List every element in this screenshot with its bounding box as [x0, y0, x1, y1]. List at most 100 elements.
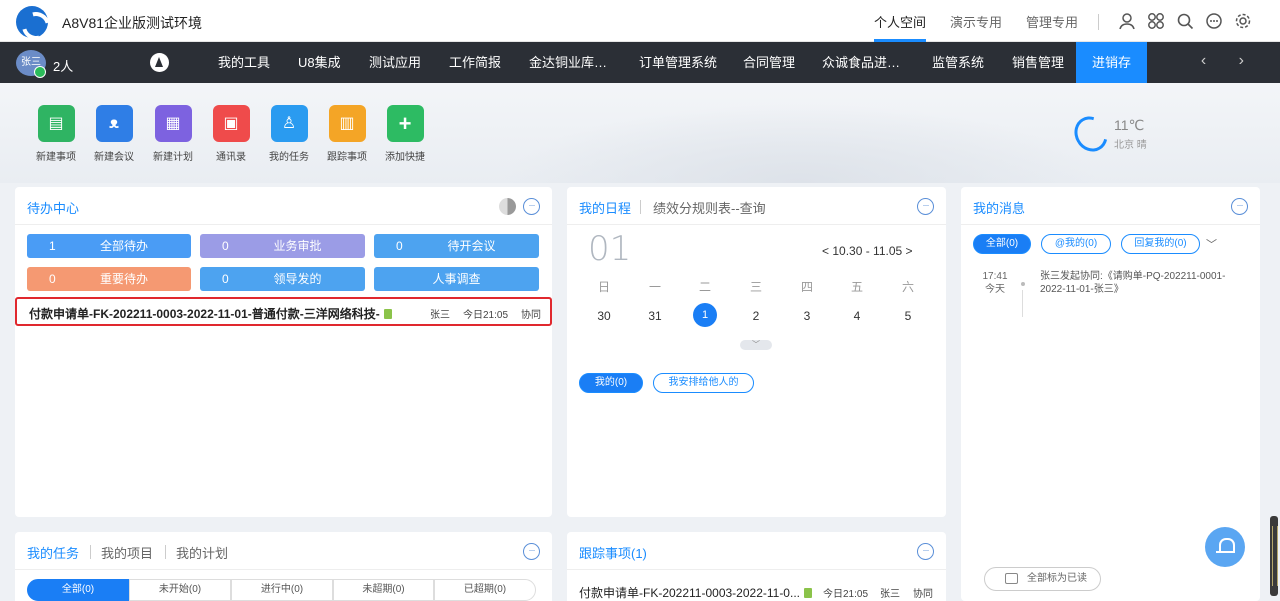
tasks-filter-not-overdue[interactable]: 未超期(0)	[333, 579, 434, 601]
space-switcher: 个人空间 演示专用 管理专用	[862, 0, 1090, 42]
messages-panel-header: 我的消息 ···	[961, 187, 1260, 225]
filter-assigned-button[interactable]: 我安排给他人的	[653, 373, 754, 393]
top-link-personal-space[interactable]: 个人空间	[862, 0, 938, 42]
todo-meeting-button[interactable]: 0 待开会议	[374, 234, 539, 258]
weather-temperature: 11℃	[1114, 117, 1145, 133]
user-settings-icon[interactable]	[1118, 12, 1136, 30]
meeting-icon: ᴥ	[95, 105, 133, 142]
mark-all-read-button[interactable]: 全部标为已读	[984, 567, 1101, 591]
tasks-filter-in-progress[interactable]: 进行中(0)	[231, 579, 333, 601]
chevron-down-icon[interactable]: ﹀	[1206, 236, 1217, 252]
todo-list-item[interactable]: 付款申请单-FK-202211-0003-2022-11-01-普通付款-三洋网…	[15, 297, 552, 326]
message-timestamp: 17:41 今天	[982, 270, 1008, 296]
filter-mine-button[interactable]: 我的(0)	[579, 373, 643, 393]
more-icon[interactable]: ···	[523, 543, 540, 560]
tasks-filter-overdue[interactable]: 已超期(0)	[434, 579, 536, 601]
calendar-day[interactable]: 5	[896, 309, 920, 323]
gear-icon[interactable]	[1234, 12, 1252, 30]
more-icon[interactable]: ···	[917, 543, 934, 560]
shortcut-label: 通讯录	[216, 152, 246, 163]
todo-approval-button[interactable]: 0 业务审批	[200, 234, 365, 258]
divider	[640, 200, 641, 214]
home-icon[interactable]	[150, 53, 169, 72]
shortcut-my-tasks[interactable]: ♙ 我的任务	[261, 105, 317, 163]
online-user-count[interactable]: 2人	[53, 56, 73, 75]
tab-performance-query[interactable]: 绩效分规则表--查询	[653, 198, 766, 217]
nav-item-orders[interactable]: 订单管理系统	[639, 42, 717, 83]
shortcut-label: 添加快捷	[385, 152, 425, 163]
document-icon	[804, 588, 812, 598]
weekday-label: 四	[800, 280, 813, 294]
nav-item-jinda[interactable]: 金达铜业库…	[529, 42, 607, 83]
side-drawer-handle[interactable]	[1270, 516, 1278, 596]
more-icon[interactable]: ···	[523, 198, 540, 215]
nav-item-test-app[interactable]: 测试应用	[369, 42, 421, 83]
tasks-filter-all[interactable]: 全部(0)	[27, 579, 129, 601]
top-link-admin[interactable]: 管理专用	[1014, 0, 1090, 42]
more-icon[interactable]: ···	[1231, 198, 1248, 215]
top-header: A8V81企业版测试环境 个人空间 演示专用 管理专用	[0, 0, 1280, 42]
nav-item-my-tools[interactable]: 我的工具	[218, 42, 270, 83]
shortcut-new-item[interactable]: ▤ 新建事项	[28, 105, 84, 163]
tracking-item-type: 协同	[913, 589, 933, 600]
nav-item-supervision[interactable]: 监管系统	[932, 42, 984, 83]
todo-panel-title: 待办中心	[27, 201, 80, 216]
tasks-filter-not-started[interactable]: 未开始(0)	[129, 579, 231, 601]
bell-icon[interactable]	[1205, 527, 1245, 567]
new-item-icon: ▤	[37, 105, 75, 142]
calendar-day[interactable]: 31	[643, 309, 667, 323]
calendar-day[interactable]: 30	[592, 309, 616, 323]
nav-item-u8[interactable]: U8集成	[298, 42, 341, 83]
calendar-icon: ▦	[154, 105, 192, 142]
todo-leader-button[interactable]: 0 领导发的	[200, 267, 365, 291]
contrast-icon[interactable]	[499, 198, 516, 215]
more-icon[interactable]: ···	[917, 198, 934, 215]
tracking-item-time: 今日21:05	[823, 589, 869, 600]
shortcut-tracking[interactable]: ▥ 跟踪事项	[319, 105, 375, 163]
message-text[interactable]: 张三发起协同:《请购单-PQ-202211-0001-2022-11-01-张三…	[1040, 270, 1240, 296]
nav-item-contracts[interactable]: 合同管理	[743, 42, 795, 83]
messages-replies-button[interactable]: 回复我的(0)	[1121, 234, 1200, 254]
nav-item-sales[interactable]: 销售管理	[1012, 42, 1064, 83]
todo-survey-button[interactable]: 人事调查	[374, 267, 539, 291]
week-range-selector[interactable]: < 10.30 - 11.05 >	[822, 244, 913, 258]
shortcut-new-plan[interactable]: ▦ 新建计划	[145, 105, 201, 163]
tab-my-tasks[interactable]: 我的任务	[27, 543, 79, 562]
messages-at-me-button[interactable]: @我的(0)	[1041, 234, 1111, 254]
shortcut-add[interactable]: + 添加快捷	[377, 105, 433, 163]
tab-my-plans[interactable]: 我的计划	[176, 543, 228, 562]
todo-label: 全部待办	[99, 239, 148, 253]
todo-important-button[interactable]: 0 重要待办	[27, 267, 191, 291]
calendar-day[interactable]: 2	[744, 309, 768, 323]
search-icon[interactable]	[1176, 12, 1194, 30]
nav-scroll-arrows[interactable]: ‹ ›	[1201, 52, 1258, 70]
todo-panel-header: 待办中心 ···	[15, 187, 552, 225]
nav-item-briefing[interactable]: 工作简报	[449, 42, 501, 83]
tab-my-schedule[interactable]: 我的日程	[579, 198, 631, 217]
tracking-panel-title: 跟踪事项(1)	[579, 546, 647, 561]
shortcut-new-meeting[interactable]: ᴥ 新建会议	[86, 105, 142, 163]
calendar-day[interactable]: 3	[795, 309, 819, 323]
contacts-icon: ▣	[212, 105, 250, 142]
weekday-label: 日	[597, 280, 610, 294]
online-check-icon	[34, 66, 46, 78]
tracking-item-title[interactable]: 付款申请单-FK-202211-0003-2022-11-0...	[579, 584, 812, 601]
shortcut-contacts[interactable]: ▣ 通讯录	[203, 105, 259, 163]
nav-item-inventory[interactable]: 进销存	[1076, 42, 1148, 83]
expand-calendar-icon[interactable]: ﹀	[740, 340, 772, 350]
messages-all-button[interactable]: 全部(0)	[973, 234, 1031, 254]
plus-icon: +	[386, 105, 424, 142]
todo-all-button[interactable]: 1 全部待办	[27, 234, 191, 258]
todo-item-title[interactable]: 付款申请单-FK-202211-0003-2022-11-01-普通付款-三洋网…	[29, 305, 392, 322]
message-day: 今天	[985, 284, 1005, 295]
tab-my-projects[interactable]: 我的项目	[101, 543, 153, 562]
apps-grid-icon[interactable]	[1147, 12, 1165, 30]
document-icon	[383, 309, 392, 319]
nav-item-zhongcheng[interactable]: 众诚食品进…	[822, 42, 900, 83]
app-title: A8V81企业版测试环境	[62, 15, 203, 31]
calendar-day[interactable]: 4	[845, 309, 869, 323]
calendar-day-today[interactable]: 1	[693, 303, 717, 327]
todo-label: 待开会议	[447, 239, 496, 253]
top-link-demo[interactable]: 演示专用	[938, 0, 1014, 42]
message-icon[interactable]	[1205, 12, 1223, 30]
